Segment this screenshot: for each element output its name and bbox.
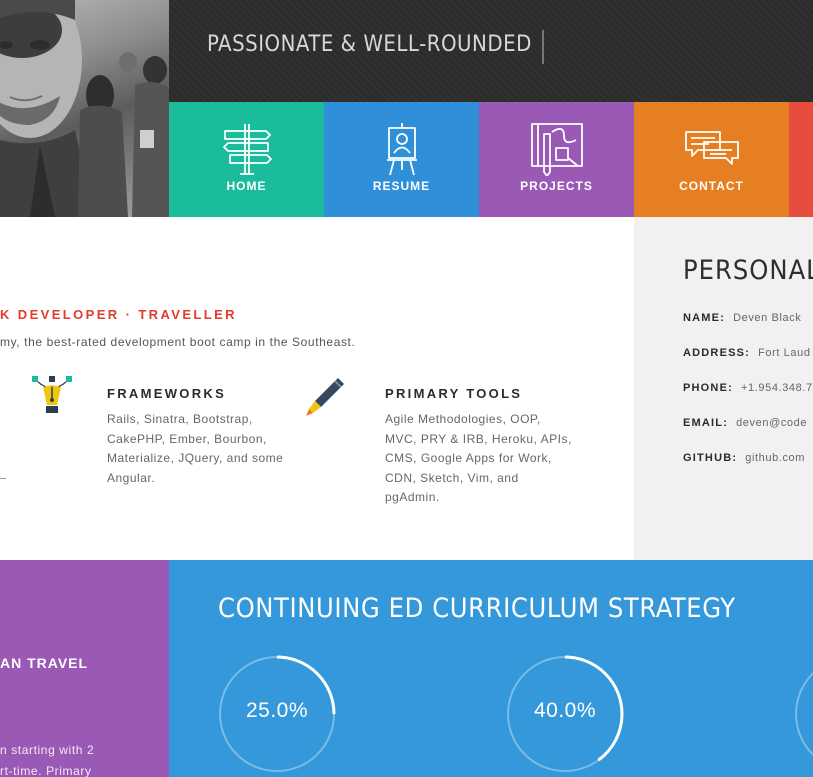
travel-panel: AN TRAVEL n starting with 2 rt-time. Pri… bbox=[0, 560, 169, 777]
gauge-3 bbox=[794, 655, 813, 773]
frameworks-line: Angular. bbox=[107, 470, 156, 485]
signpost-icon bbox=[222, 122, 272, 180]
row-value[interactable]: github.com bbox=[745, 452, 805, 464]
tagline: PASSIONATE & WELL-ROUNDED bbox=[207, 30, 544, 64]
personal-title: PERSONAL bbox=[683, 255, 813, 286]
nav-contact[interactable]: CONTACT bbox=[634, 102, 789, 217]
personal-row-name: NAME: Deven Black bbox=[683, 312, 801, 324]
tools-text: Agile Methodologies, OOP, MVC, PRY & IRB… bbox=[385, 410, 572, 508]
gauge-1: 25.0% bbox=[218, 655, 336, 773]
row-value[interactable]: deven@code bbox=[736, 417, 807, 429]
nav-contact-label: CONTACT bbox=[679, 179, 744, 193]
skills-title: K DEVELOPER · TRAVELLER bbox=[0, 307, 237, 322]
personal-panel: PERSONAL NAME: Deven Black ADDRESS: Fort L… bbox=[634, 217, 813, 560]
vector-pen-icon bbox=[29, 375, 75, 421]
nav-extra[interactable] bbox=[789, 102, 813, 217]
text-fragment bbox=[0, 478, 6, 479]
tools-line: pgAdmin. bbox=[385, 490, 440, 504]
personal-row-phone: PHONE: +1.954.348.7 bbox=[683, 382, 813, 394]
row-key: EMAIL: bbox=[683, 417, 729, 429]
frameworks-line: CakePHP, Ember, Bourbon, bbox=[107, 431, 267, 446]
skills-subtitle: my, the best-rated development boot camp… bbox=[0, 335, 356, 349]
curriculum-panel: CONTINUING ED CURRICULUM STRATEGY 25.0% … bbox=[169, 560, 813, 777]
resume-page: PASSIONATE & WELL-ROUNDED HOME RESUME PR… bbox=[0, 0, 813, 777]
row-value: Fort Laud bbox=[758, 347, 811, 359]
personal-row-email: EMAIL: deven@code bbox=[683, 417, 807, 429]
row-key: NAME: bbox=[683, 312, 726, 324]
curriculum-title: CONTINUING ED CURRICULUM STRATEGY bbox=[218, 593, 736, 624]
row-value: Deven Black bbox=[733, 312, 802, 324]
fountain-pen-icon bbox=[305, 375, 347, 421]
frameworks-line: Rails, Sinatra, Bootstrap, bbox=[107, 412, 253, 426]
row-value: +1.954.348.7 bbox=[740, 382, 813, 394]
tools-line: CDN, Sketch, Vim, and bbox=[385, 470, 519, 485]
easel-icon bbox=[384, 122, 420, 180]
nav-projects[interactable]: PROJECTS bbox=[479, 102, 634, 217]
gauge-value: 40.0% bbox=[533, 699, 597, 722]
gauge-ring bbox=[795, 672, 813, 756]
nav-home[interactable]: HOME bbox=[169, 102, 324, 217]
frameworks-text: Rails, Sinatra, Bootstrap, CakePHP, Embe… bbox=[107, 410, 283, 488]
row-key: ADDRESS: bbox=[683, 347, 751, 359]
gauge-2: 40.0% bbox=[506, 655, 624, 773]
tools-line: CMS, Google Apps for Work, bbox=[385, 451, 552, 465]
tools-heading: PRIMARY TOOLS bbox=[385, 386, 523, 401]
tools-line: MVC, PRY & IRB, Heroku, APIs, bbox=[385, 431, 572, 446]
travel-heading: AN TRAVEL bbox=[0, 655, 89, 671]
nav-resume-label: RESUME bbox=[372, 179, 431, 193]
chat-bubbles-icon bbox=[684, 122, 740, 170]
nav-home-label: HOME bbox=[226, 179, 267, 193]
personal-row-address: ADDRESS: Fort Laud bbox=[683, 347, 811, 359]
travel-text: n starting with 2 rt-time. Primary bbox=[0, 743, 95, 777]
personal-row-github: GITHUB: github.com bbox=[683, 452, 805, 464]
gauge-value: 25.0% bbox=[245, 699, 309, 722]
tools-line: Agile Methodologies, OOP, bbox=[385, 412, 541, 426]
row-key: PHONE: bbox=[683, 382, 733, 394]
profile-photo bbox=[0, 0, 169, 217]
frameworks-heading: FRAMEWORKS bbox=[107, 386, 227, 401]
nav-projects-label: PROJECTS bbox=[520, 179, 593, 193]
nav-resume[interactable]: RESUME bbox=[324, 102, 479, 217]
frameworks-line: Materialize, JQuery, and some bbox=[107, 451, 284, 465]
blueprint-icon bbox=[530, 122, 584, 180]
row-key: GITHUB: bbox=[683, 452, 738, 464]
